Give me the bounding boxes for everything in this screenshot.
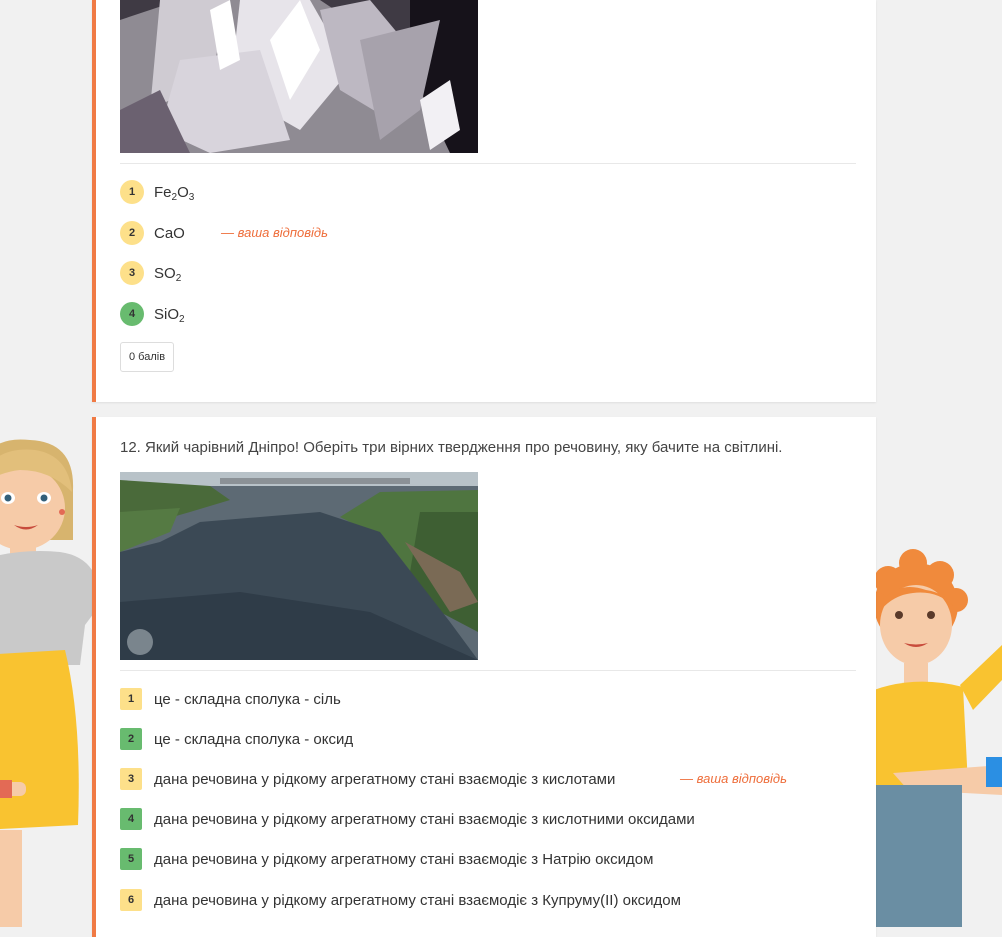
option-number-badge: 1 <box>120 180 144 204</box>
question-text: 12. Який чарівний Дніпро! Оберіть три ві… <box>120 439 783 456</box>
question-card-12: 12. Який чарівний Дніпро! Оберіть три ві… <box>92 417 876 937</box>
option-number-badge: 6 <box>120 889 142 911</box>
option-text: дана речовина у рідкому агрегатному стан… <box>154 891 681 909</box>
answer-option[interactable]: 1 це - складна сполука - сіль <box>120 687 341 711</box>
option-number-badge: 3 <box>120 261 144 285</box>
answer-option[interactable]: 1 Fe2O3 <box>120 180 194 204</box>
option-text: дана речовина у рідкому агрегатному стан… <box>154 810 695 828</box>
answer-option[interactable]: 3 SO2 <box>120 261 181 285</box>
score-badge: 0 балів <box>120 342 175 372</box>
your-answer-label: — ваша відповідь <box>680 771 787 786</box>
option-number-badge: 4 <box>120 302 144 326</box>
option-number-badge: 5 <box>120 848 142 870</box>
answer-option[interactable]: 6 дана речовина у рідкому агрегатному ст… <box>120 888 681 912</box>
answer-option[interactable]: 2 CaO <box>120 221 185 245</box>
option-number-badge: 2 <box>120 728 142 750</box>
option-text: SO2 <box>154 264 182 284</box>
river-image <box>120 472 478 660</box>
your-answer-label: — ваша відповідь <box>221 225 328 240</box>
answer-option[interactable]: 2 це - складна сполука - оксид <box>120 727 353 751</box>
option-text: це - складна сполука - сіль <box>154 690 341 708</box>
option-text: це - складна сполука - оксид <box>154 730 354 748</box>
option-number-badge: 1 <box>120 688 142 710</box>
question-card-11: 1 Fe2O3 2 CaO — ваша відповідь 3 SO2 4 S… <box>92 0 876 402</box>
option-number-badge: 4 <box>120 808 142 830</box>
boy-illustration <box>868 549 1002 927</box>
answer-option[interactable]: 3 дана речовина у рідкому агрегатному ст… <box>120 767 615 791</box>
option-text: SiO2 <box>154 305 185 325</box>
answer-option[interactable]: 4 SiO2 <box>120 302 185 326</box>
option-text: дана речовина у рідкому агрегатному стан… <box>154 850 654 868</box>
answer-option[interactable]: 5 дана речовина у рідкому агрегатному ст… <box>120 847 653 871</box>
option-text: CaO <box>154 224 185 242</box>
option-text: дана речовина у рідкому агрегатному стан… <box>154 770 616 788</box>
answer-option[interactable]: 4 дана речовина у рідкому агрегатному ст… <box>120 807 695 831</box>
option-number-badge: 2 <box>120 221 144 245</box>
crystals-image <box>120 0 478 153</box>
woman-illustration <box>0 439 100 927</box>
option-text: Fe2O3 <box>154 183 195 203</box>
option-number-badge: 3 <box>120 768 142 790</box>
